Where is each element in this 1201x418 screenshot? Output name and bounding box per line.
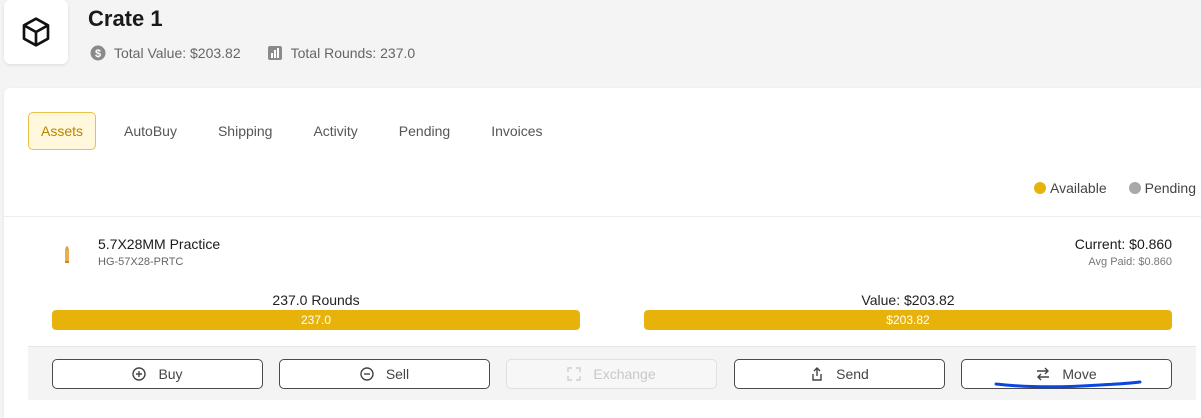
expand-icon: [567, 367, 582, 381]
exchange-button[interactable]: Exchange: [506, 359, 717, 389]
bullet-icon: [65, 246, 69, 263]
crate-card: Assets AutoBuy Shipping Activity Pending…: [4, 88, 1201, 418]
exchange-label: Exchange: [593, 366, 656, 382]
rounds-bar: 237.0: [52, 310, 580, 330]
sell-label: Sell: [385, 366, 410, 382]
asset-sku: HG-57X28-PRTC: [98, 256, 184, 268]
asset-name[interactable]: 5.7X28MM Practice: [98, 236, 220, 252]
legend-pending-label: Pending: [1144, 180, 1196, 196]
crate-stats: $ Total Value: $203.82 Total Rounds: 237…: [90, 45, 441, 61]
svg-text:$: $: [95, 48, 101, 60]
crate-avatar: [4, 0, 68, 64]
divider: [4, 216, 1201, 217]
legend-available: Available: [1034, 180, 1107, 196]
rounds-bar-fill: 237.0: [52, 310, 580, 330]
buy-label: Buy: [158, 366, 183, 382]
pending-dot-icon: [1128, 182, 1141, 194]
tab-invoices[interactable]: Invoices: [478, 112, 555, 150]
annotation-underline: [994, 380, 1142, 389]
value-bar: $203.82: [644, 310, 1172, 330]
tab-shipping[interactable]: Shipping: [205, 112, 286, 150]
tab-assets[interactable]: Assets: [28, 112, 97, 150]
tab-bar: Assets AutoBuy Shipping Activity Pending…: [28, 112, 571, 150]
legend: Available Pending: [1012, 180, 1196, 196]
available-dot-icon: [1034, 182, 1047, 194]
value-label: Value: $203.82: [861, 292, 955, 308]
tab-pending[interactable]: Pending: [386, 112, 463, 150]
send-button[interactable]: Send: [734, 359, 945, 389]
minus-circle-icon: [360, 367, 374, 381]
buy-button[interactable]: Buy: [52, 359, 263, 389]
total-rounds-text: Total Rounds: 237.0: [290, 45, 416, 61]
rounds-label: 237.0 Rounds: [272, 292, 360, 308]
total-value-text: Total Value: $203.82: [114, 45, 241, 61]
value-bar-fill: $203.82: [644, 310, 1172, 330]
current-price: Current: $0.860: [1074, 236, 1172, 252]
tab-autobuy[interactable]: AutoBuy: [111, 112, 190, 150]
total-rounds-stat: Total Rounds: 237.0: [267, 45, 416, 61]
legend-pending: Pending: [1128, 180, 1196, 196]
share-icon: [812, 367, 822, 381]
total-value-stat: $ Total Value: $203.82: [90, 45, 241, 61]
rounds-bar-text: 237.0: [300, 313, 332, 327]
send-label: Send: [836, 366, 869, 382]
tab-activity[interactable]: Activity: [300, 112, 370, 150]
bar-chart-icon: [267, 46, 282, 60]
dollar-icon: $: [90, 45, 106, 61]
value-bar-text: $203.82: [886, 313, 930, 327]
page-title: Crate 1: [88, 6, 163, 31]
avg-paid-price: Avg Paid: $0.860: [1088, 256, 1172, 268]
box-icon: [22, 17, 50, 47]
plus-circle-icon: [132, 367, 147, 381]
legend-available-label: Available: [1050, 180, 1107, 196]
sell-button[interactable]: Sell: [279, 359, 490, 389]
